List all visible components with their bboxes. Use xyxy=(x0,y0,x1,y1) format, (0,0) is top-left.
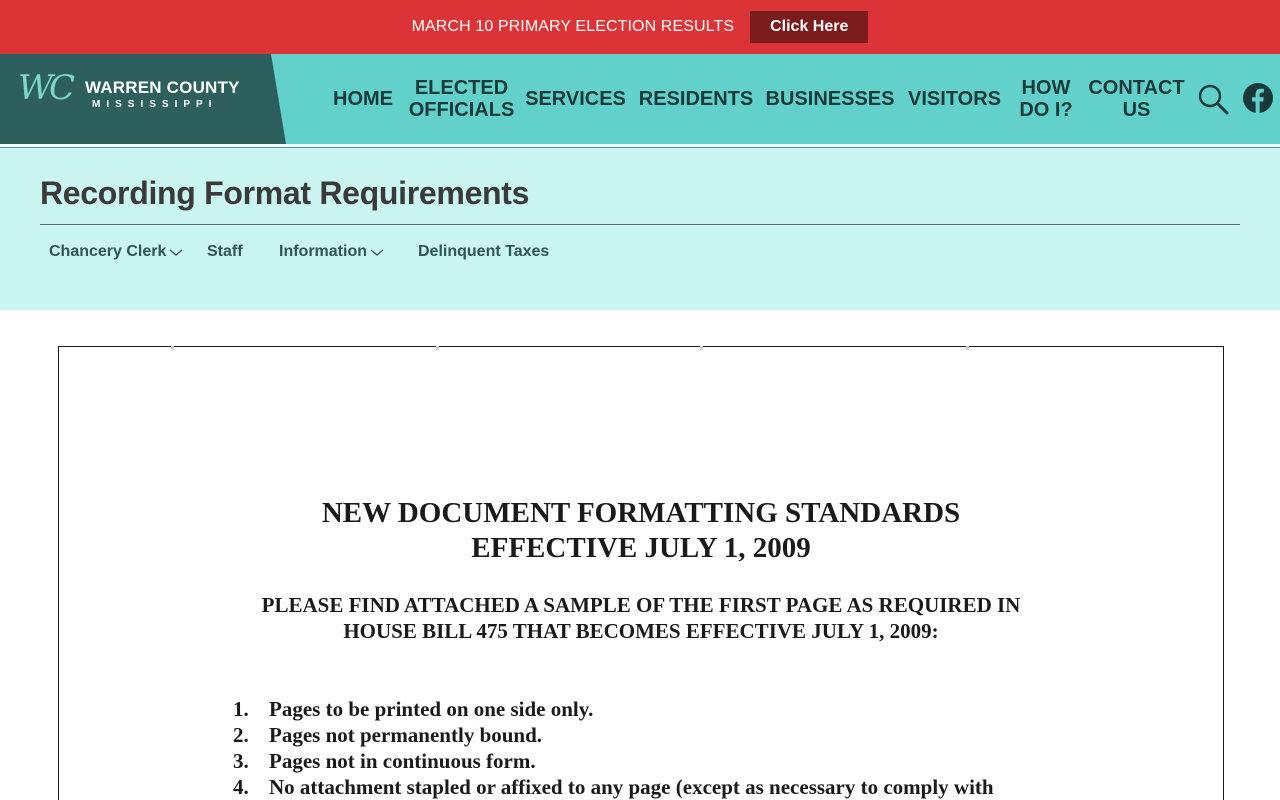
nav-services[interactable]: SERVICES xyxy=(525,54,626,144)
nav-contact-us-label: CONTACT US xyxy=(1088,77,1185,121)
scan-mark xyxy=(700,346,703,350)
nav-elected-officials[interactable]: ELECTED OFFICIALS xyxy=(408,54,515,144)
scan-mark xyxy=(436,346,439,350)
search-button[interactable] xyxy=(1196,82,1230,116)
document-intro-line1: PLEASE FIND ATTACHED A SAMPLE OF THE FIR… xyxy=(261,593,1021,617)
scan-mark xyxy=(171,346,174,350)
nav-services-label: SERVICES xyxy=(525,88,626,110)
alert-text: MARCH 10 PRIMARY ELECTION RESULTS xyxy=(411,18,735,35)
document-image: NEW DOCUMENT FORMATTING STANDARDS EFFECT… xyxy=(58,346,1224,800)
title-band: Recording Format Requirements Chancery C… xyxy=(0,148,1280,310)
list-item: 4. No attachment stapled or affixed to an… xyxy=(233,775,994,799)
nav-how-do-i[interactable]: HOW DO I? xyxy=(1016,54,1076,144)
chevron-down-icon xyxy=(169,249,183,256)
subnav-information[interactable]: Information xyxy=(279,243,384,261)
document-heading: NEW DOCUMENT FORMATTING STANDARDS xyxy=(321,497,961,529)
scan-mark xyxy=(966,346,969,350)
nav-visitors[interactable]: VISITORS xyxy=(908,54,1001,144)
logo-title: WARREN COUNTY xyxy=(85,78,240,97)
nav-home-label: HOME xyxy=(333,88,393,110)
subnav-information-label: Information xyxy=(279,243,367,260)
subnav-staff-label: Staff xyxy=(207,243,243,260)
logo-subtitle: MISSISSIPPI xyxy=(92,99,218,110)
document-intro-line2: HOUSE BILL 475 THAT BECOMES EFFECTIVE JU… xyxy=(343,619,939,643)
list-item: 2. Pages not permanently bound. xyxy=(233,723,543,747)
logo-link[interactable]: WC WARREN COUNTY MISSISSIPPI xyxy=(0,54,286,144)
facebook-link[interactable] xyxy=(1242,82,1274,114)
list-item: 1. Pages to be printed on one side only. xyxy=(233,697,594,721)
logo-monogram: WC xyxy=(18,68,75,108)
facebook-icon xyxy=(1243,83,1273,113)
document-effective-date: EFFECTIVE JULY 1, 2009 xyxy=(471,532,811,564)
nav-how-do-i-label: HOW DO I? xyxy=(1019,77,1073,121)
subnav-staff[interactable]: Staff xyxy=(207,243,243,261)
subnav-delinquent-taxes[interactable]: Delinquent Taxes xyxy=(418,243,549,261)
subnav-chancery-clerk[interactable]: Chancery Clerk xyxy=(49,243,183,261)
click-here-button[interactable]: Click Here xyxy=(750,11,869,43)
list-item: 3. Pages not in continuous form. xyxy=(233,749,536,773)
nav-businesses[interactable]: BUSINESSES xyxy=(765,54,895,144)
alert-bar: MARCH 10 PRIMARY ELECTION RESULTS Click … xyxy=(0,0,1280,54)
title-divider xyxy=(40,224,1240,225)
nav-visitors-label: VISITORS xyxy=(908,88,1001,110)
page-title: Recording Format Requirements xyxy=(40,175,530,211)
nav-elected-officials-label: ELECTED OFFICIALS xyxy=(408,77,515,121)
chevron-down-icon xyxy=(370,249,384,256)
subnav-delinquent-taxes-label: Delinquent Taxes xyxy=(418,243,550,260)
nav-businesses-label: BUSINESSES xyxy=(765,88,895,110)
subnav-chancery-clerk-label: Chancery Clerk xyxy=(49,243,167,260)
nav-residents[interactable]: RESIDENTS xyxy=(638,54,754,144)
site-header: WC WARREN COUNTY MISSISSIPPI HOME ELECTE… xyxy=(0,54,1280,144)
nav-home[interactable]: HOME xyxy=(330,54,396,144)
nav-contact-us[interactable]: CONTACT US xyxy=(1088,54,1185,144)
search-icon xyxy=(1198,84,1229,115)
requirements-list: 1. Pages to be printed on one side only. … xyxy=(233,697,994,800)
nav-residents-label: RESIDENTS xyxy=(638,88,754,110)
